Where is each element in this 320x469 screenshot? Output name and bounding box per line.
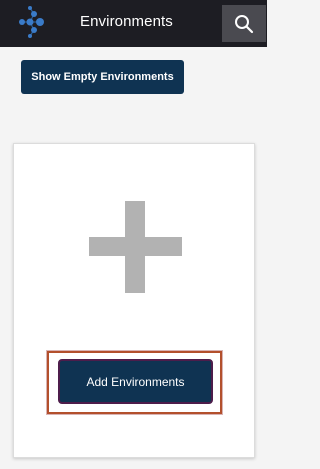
page-title: Environments	[80, 13, 173, 30]
focus-highlight: Add Environments	[47, 351, 222, 414]
search-icon	[235, 14, 254, 33]
top-navigation-bar: Environments	[0, 0, 267, 47]
plus-icon-horizontal	[89, 237, 182, 256]
show-empty-environments-button[interactable]: Show Empty Environments	[21, 60, 184, 94]
network-logo-icon[interactable]	[14, 6, 50, 38]
search-button[interactable]	[222, 5, 266, 42]
add-environment-card: Add Environments	[13, 143, 255, 458]
add-environments-button[interactable]: Add Environments	[58, 359, 213, 404]
